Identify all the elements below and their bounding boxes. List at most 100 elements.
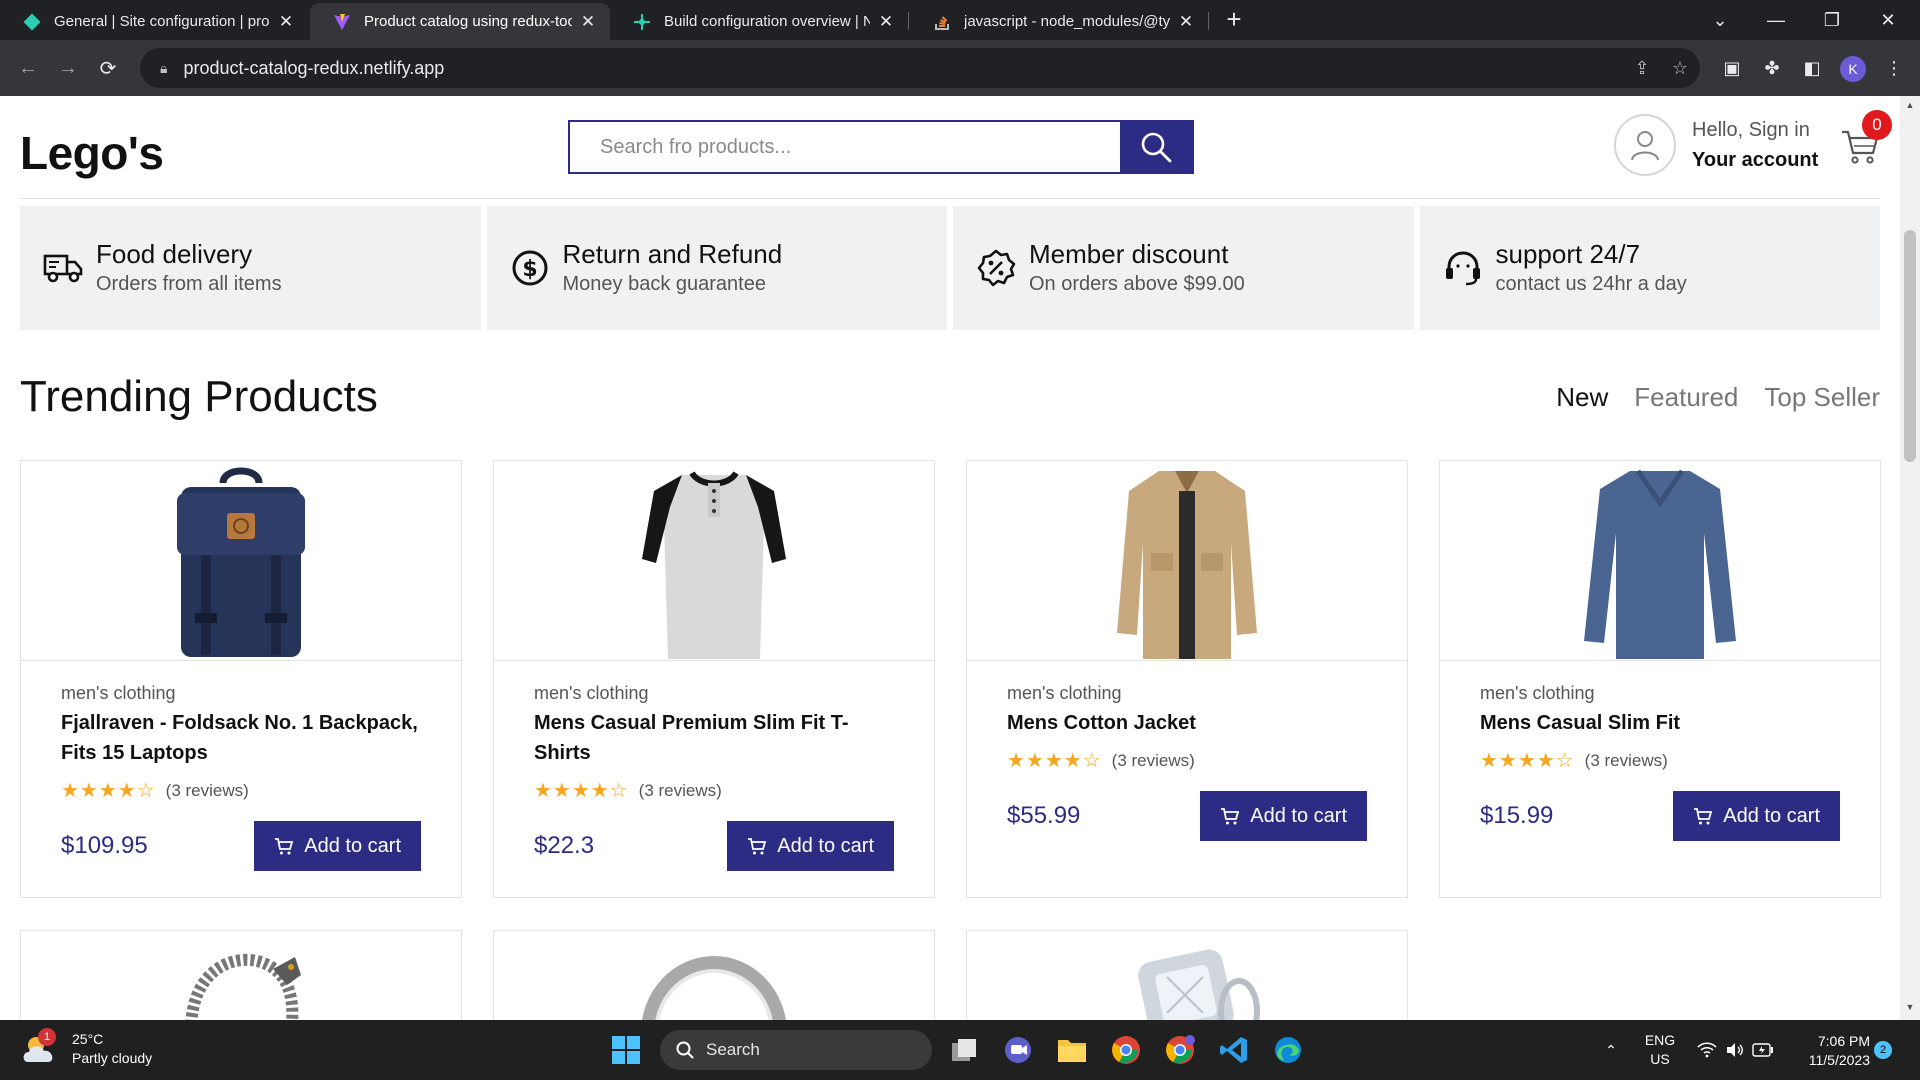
volume-icon[interactable] <box>1722 1020 1748 1080</box>
feature-subtitle: On orders above $99.00 <box>1029 273 1245 295</box>
minimize-icon[interactable]: — <box>1748 0 1804 40</box>
chrome-profile-icon[interactable] <box>1162 1032 1198 1068</box>
product-image-bracelet[interactable] <box>21 931 461 1020</box>
window-close-icon[interactable]: ✕ <box>1860 0 1916 40</box>
tab-title: Product catalog using redux-too <box>364 13 572 30</box>
product-card-footer: $15.99 Add to cart <box>1480 791 1840 841</box>
search-input[interactable] <box>570 122 1120 172</box>
product-image-jacket[interactable] <box>967 461 1407 661</box>
scroll-down-arrow-icon[interactable]: ▼ <box>1904 1002 1916 1012</box>
windows-taskbar: 1 25°C Partly cloudy Search ⌃ ENG US 7:0… <box>0 1020 1920 1080</box>
feature-return-refund: $ Return and Refund Money back guarantee <box>486 206 947 330</box>
greeting-text: Hello, Sign in <box>1692 119 1810 141</box>
product-image-backpack[interactable] <box>21 461 461 661</box>
wifi-icon[interactable] <box>1694 1020 1720 1080</box>
product-image-ring[interactable] <box>494 931 934 1020</box>
product-card: men's clothing Mens Casual Premium Slim … <box>493 460 935 898</box>
vscode-icon[interactable] <box>1216 1032 1252 1068</box>
temperature: 25°C <box>72 1031 104 1047</box>
show-hidden-icons-chevron-icon[interactable]: ⌃ <box>1596 1020 1626 1080</box>
taskbar-search[interactable]: Search <box>660 1030 932 1070</box>
puzzle-extensions-icon[interactable]: ✤ <box>1758 54 1786 82</box>
netlify-icon <box>22 12 42 32</box>
tab-build-configuration[interactable]: Build configuration overview | N ✕ <box>610 3 908 40</box>
product-filter-tabs: New Featured Top Seller <box>1556 382 1880 413</box>
tab-search-chevron-icon[interactable]: ⌄ <box>1692 0 1748 40</box>
review-count: (3 reviews) <box>1584 750 1668 770</box>
chrome-icon[interactable] <box>1108 1032 1144 1068</box>
cart-icon <box>748 838 767 855</box>
search-button[interactable] <box>1120 122 1192 172</box>
filter-tab-featured[interactable]: Featured <box>1634 382 1738 413</box>
product-card-body: men's clothing Mens Casual Slim Fit ★★★★… <box>1440 661 1880 861</box>
product-rating: ★★★★☆ (3 reviews) <box>1007 748 1367 773</box>
restore-icon[interactable]: ❐ <box>1804 0 1860 40</box>
product-search-bar <box>568 120 1194 174</box>
clock-date: 11/5/2023 <box>1808 1052 1870 1068</box>
profile-avatar[interactable]: K <box>1840 56 1866 82</box>
forward-arrow-icon[interactable]: → <box>52 52 84 84</box>
add-to-cart-button[interactable]: Add to cart <box>254 821 421 871</box>
product-image-longsleeve[interactable] <box>1440 461 1880 661</box>
product-name[interactable]: Fjallraven - Foldsack No. 1 Backpack, Fi… <box>61 708 421 768</box>
region-code: US <box>1650 1051 1670 1067</box>
notification-count-badge[interactable]: 2 <box>1874 1041 1892 1059</box>
page-scrollbar[interactable]: ▲ ▼ <box>1900 96 1920 1020</box>
scroll-up-arrow-icon[interactable]: ▲ <box>1904 100 1916 110</box>
feature-subtitle: Orders from all items <box>96 273 282 295</box>
weather-widget[interactable]: 1 25°C Partly cloudy <box>20 1028 152 1068</box>
scrollbar-thumb[interactable] <box>1904 230 1916 462</box>
product-image-diamond-ring[interactable] <box>967 931 1407 1020</box>
star-rating-icon: ★★★★☆ <box>1007 750 1102 772</box>
task-view-icon[interactable] <box>946 1032 982 1068</box>
edge-icon[interactable] <box>1270 1032 1306 1068</box>
product-category: men's clothing <box>534 683 649 703</box>
add-to-cart-label: Add to cart <box>1250 804 1347 827</box>
feature-title: support 24/7 <box>1495 239 1641 269</box>
feature-title: Member discount <box>1029 239 1229 269</box>
section-title: Trending Products <box>20 372 378 421</box>
back-arrow-icon[interactable]: ← <box>12 52 44 84</box>
site-logo[interactable]: Lego's <box>20 126 164 180</box>
headset-icon <box>1442 247 1484 289</box>
close-icon[interactable]: ✕ <box>1176 12 1196 32</box>
feature-text: support 24/7 contact us 24hr a day <box>1496 238 1687 298</box>
tab-product-catalog[interactable]: Product catalog using redux-too ✕ <box>310 3 610 40</box>
cart-count-badge: 0 <box>1862 110 1892 140</box>
product-name[interactable]: Mens Cotton Jacket <box>1007 708 1367 738</box>
address-bar[interactable]: 🔒︎ product-catalog-redux.netlify.app ⇪ ☆ <box>140 48 1700 88</box>
reload-icon[interactable]: ⟳ <box>92 52 124 84</box>
filter-tab-top-seller[interactable]: Top Seller <box>1764 382 1880 413</box>
share-icon[interactable]: ⇪ <box>1630 56 1654 80</box>
close-icon[interactable]: ✕ <box>276 12 296 32</box>
product-name[interactable]: Mens Casual Slim Fit <box>1480 708 1840 738</box>
account-link[interactable]: Hello, Sign in Your account <box>1614 114 1818 176</box>
add-to-cart-button[interactable]: Add to cart <box>727 821 894 871</box>
menu-kebab-icon[interactable]: ⋮ <box>1880 54 1908 82</box>
close-icon[interactable]: ✕ <box>876 12 896 32</box>
product-category: men's clothing <box>61 683 176 703</box>
side-panel-icon[interactable]: ◧ <box>1798 54 1826 82</box>
product-card <box>493 930 935 1020</box>
tab-stackoverflow[interactable]: javascript - node_modules/@typ ✕ <box>910 3 1208 40</box>
taskbar-clock[interactable]: 7:06 PM 11/5/2023 <box>1790 1032 1870 1070</box>
teams-chat-icon[interactable] <box>1000 1032 1036 1068</box>
filter-tab-new[interactable]: New <box>1556 382 1608 413</box>
close-icon[interactable]: ✕ <box>578 12 598 32</box>
add-to-cart-button[interactable]: Add to cart <box>1673 791 1840 841</box>
product-rating: ★★★★☆ (3 reviews) <box>534 778 894 803</box>
product-category: men's clothing <box>1480 683 1595 703</box>
new-tab-button[interactable]: + <box>1220 6 1248 34</box>
product-card-body: men's clothing Fjallraven - Foldsack No.… <box>21 661 461 891</box>
tab-site-configuration[interactable]: General | Site configuration | pro ✕ <box>0 3 308 40</box>
file-explorer-icon[interactable] <box>1054 1032 1090 1068</box>
product-name[interactable]: Mens Casual Premium Slim Fit T-Shirts <box>534 708 894 768</box>
battery-icon[interactable] <box>1750 1020 1776 1080</box>
language-indicator[interactable]: ENG US <box>1638 1020 1682 1080</box>
product-image-tshirt[interactable] <box>494 461 934 661</box>
add-to-cart-button[interactable]: Add to cart <box>1200 791 1367 841</box>
product-price: $22.3 <box>534 832 595 859</box>
extension-icon[interactable]: ▣ <box>1718 54 1746 82</box>
bookmark-star-icon[interactable]: ☆ <box>1668 56 1692 80</box>
windows-start-icon[interactable] <box>608 1032 644 1068</box>
